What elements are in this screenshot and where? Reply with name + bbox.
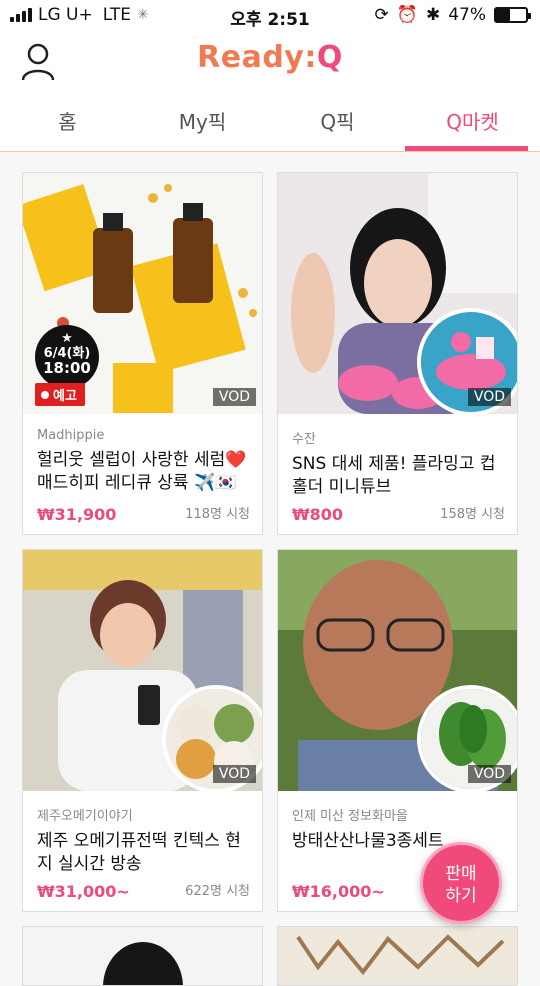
tab-my-pick[interactable]: My픽: [135, 94, 270, 151]
seller-name: 인제 미산 정보화마을: [292, 809, 408, 824]
schedule-badge: ★ 6/4(화) 18:00: [35, 325, 99, 389]
view-count: 118명 시청: [185, 507, 250, 522]
battery-icon: [494, 7, 531, 23]
battery-percent: 47%: [448, 5, 486, 25]
badge-time: 18:00: [43, 359, 91, 377]
tab-q-pick[interactable]: Q픽: [270, 94, 405, 151]
vod-badge: VOD: [212, 765, 256, 783]
live-dot-icon: [41, 390, 49, 399]
product-card[interactable]: [22, 926, 263, 986]
status-bar: LG U+ LTE ✳ 오후 2:51 ⟳ ⏰ ✱ 47%: [0, 0, 540, 32]
view-count: 622명 시청: [185, 884, 250, 899]
product-card[interactable]: ★ 6/4(화) 18:00 예고 VOD Madhippie 헐리웃 셀럽이 …: [22, 172, 263, 535]
notice-label: 예고: [53, 389, 77, 404]
sell-button-line1: 판매: [445, 864, 477, 884]
product-price: ₩16,000~: [292, 882, 385, 901]
product-thumbnail[interactable]: VOD: [278, 173, 517, 414]
tab-bar: 홈 My픽 Q픽 Q마켓: [0, 94, 540, 152]
product-price: ₩31,000~: [37, 882, 130, 901]
alarm-icon: ⏰: [396, 5, 418, 25]
product-price: ₩31,900: [37, 505, 117, 524]
vod-badge: VOD: [467, 388, 511, 406]
app-logo: Ready:Q: [0, 40, 540, 75]
vod-badge: VOD: [467, 765, 511, 783]
vod-badge: VOD: [212, 388, 256, 406]
rotation-lock-icon: ⟳: [374, 5, 389, 25]
product-title: 헐리웃 셀럽이 사랑한 세럼❤️ 매드히피 레디큐 상륙 ✈️🇰🇷: [37, 450, 247, 493]
product-thumbnail[interactable]: ★ 6/4(화) 18:00 예고 VOD: [23, 173, 262, 414]
product-card[interactable]: VOD 제주오메기이야기 제주 오메기퓨전떡 킨텍스 현지 실시간 방송 ₩31…: [22, 549, 263, 912]
sell-button-line2: 하기: [445, 886, 477, 906]
bluetooth-icon: ✱: [425, 5, 441, 25]
view-count: 158명 시청: [440, 507, 505, 522]
logo-q: Q: [316, 40, 343, 75]
seller-name: 수잔: [292, 432, 316, 447]
sell-button[interactable]: 판매 하기: [420, 842, 502, 924]
product-title: 제주 오메기퓨전떡 킨텍스 현지 실시간 방송: [37, 831, 241, 874]
product-thumbnail[interactable]: VOD: [23, 550, 262, 791]
tab-q-market[interactable]: Q마켓: [405, 94, 540, 151]
app-header: Ready:Q: [0, 32, 540, 94]
product-card[interactable]: [277, 926, 518, 986]
logo-text: Ready:: [197, 40, 317, 75]
divider: [0, 151, 540, 152]
star-icon: ★: [61, 331, 73, 346]
product-title: SNS 대세 제품! 플라밍고 컵홀더 미니튜브: [292, 454, 496, 497]
product-thumbnail[interactable]: [278, 927, 518, 986]
product-card[interactable]: VOD 수잔 SNS 대세 제품! 플라밍고 컵홀더 미니튜브 ₩800 158…: [277, 172, 518, 535]
product-thumbnail[interactable]: VOD: [278, 550, 517, 791]
product-price: ₩800: [292, 505, 344, 524]
notice-badge: 예고: [35, 383, 85, 406]
seller-name: Madhippie: [37, 428, 105, 443]
product-thumbnail[interactable]: [23, 927, 263, 986]
seller-name: 제주오메기이야기: [37, 809, 133, 824]
tab-home[interactable]: 홈: [0, 94, 135, 151]
